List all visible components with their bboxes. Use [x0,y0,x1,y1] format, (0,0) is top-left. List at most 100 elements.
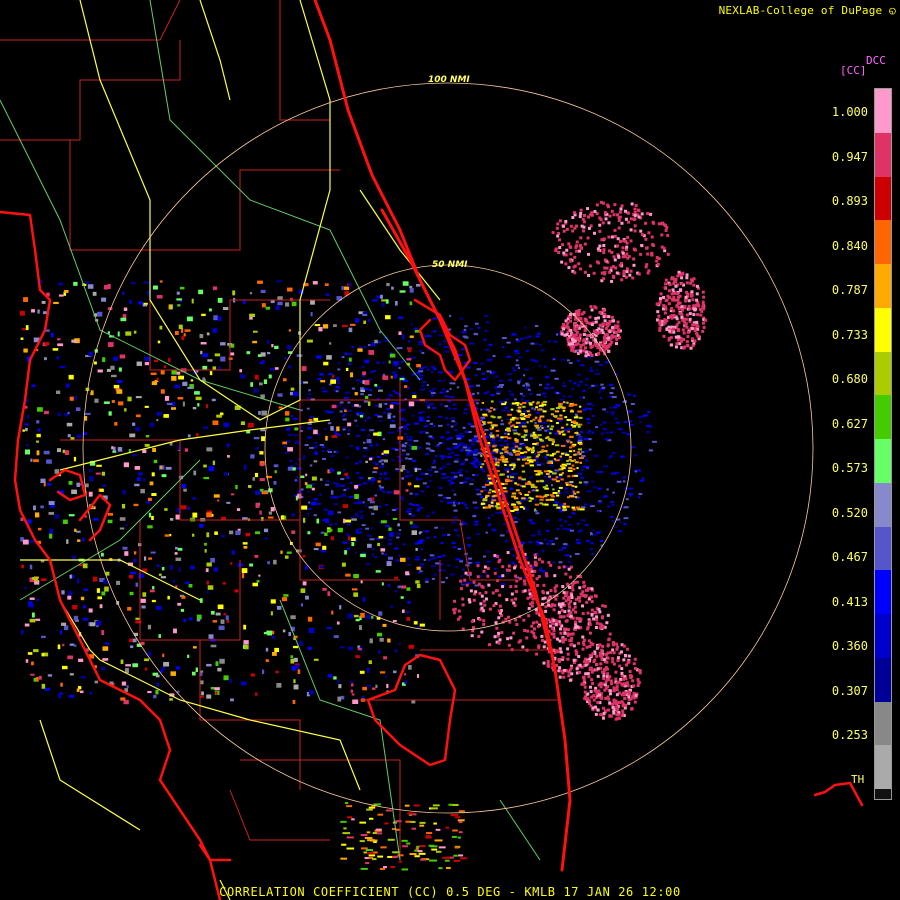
radar-return-pixel [562,382,566,385]
radar-return-pixel [475,488,480,491]
radar-return-pixel [630,202,634,206]
credit-label: NEXLAB-College of DuPage [718,4,883,17]
radar-return-pixel [460,502,466,505]
radar-return-pixel [268,374,272,379]
radar-return-pixel [578,481,582,484]
radar-return-pixel [609,455,613,458]
radar-return-pixel [663,311,667,315]
radar-return-pixel [37,428,41,432]
radar-return-pixel [176,371,181,375]
radar-return-pixel [425,453,429,456]
radar-return-pixel [522,384,526,387]
radar-return-pixel [294,427,299,431]
radar-return-pixel [626,433,630,436]
radar-return-pixel [261,436,266,442]
radar-return-pixel [397,854,404,857]
radar-return-pixel [491,514,494,517]
radar-return-pixel [307,427,312,430]
color-scale-segment [875,307,891,352]
radar-return-pixel [574,495,578,498]
radar-return-pixel [428,390,434,393]
radar-return-pixel [555,226,559,230]
radar-return-pixel [504,406,508,409]
radar-return-pixel [644,265,648,269]
radar-return-pixel [57,644,61,650]
radar-return-pixel [256,580,260,583]
radar-return-pixel [575,249,579,253]
radar-return-pixel [355,462,359,465]
radar-return-pixel [695,324,699,328]
radar-return-pixel [191,298,194,304]
radar-return-pixel [476,402,479,405]
radar-return-pixel [308,501,311,504]
radar-return-pixel [556,528,560,531]
radar-return-pixel [544,609,548,613]
radar-return-pixel [520,418,526,421]
radar-return-pixel [420,563,425,566]
radar-return-pixel [335,451,339,454]
radar-return-pixel [307,507,312,510]
radar-return-pixel [258,411,261,415]
radar-return-pixel [633,700,637,704]
radar-return-pixel [466,404,469,407]
radar-return-pixel [519,403,523,406]
radar-return-pixel [226,443,230,448]
radar-return-pixel [573,492,577,495]
radar-return-pixel [432,425,436,428]
radar-return-pixel [277,301,283,306]
radar-return-pixel [588,264,592,268]
radar-return-pixel [582,396,585,399]
radar-return-pixel [674,335,678,339]
radar-return-pixel [610,340,614,344]
radar-return-pixel [557,476,561,479]
radar-return-pixel [556,422,559,425]
radar-return-pixel [82,605,86,609]
radar-return-pixel [365,862,370,865]
radar-return-pixel [413,439,419,442]
radar-return-pixel [335,482,340,488]
radar-return-pixel [386,683,389,689]
radar-return-pixel [300,488,304,491]
radar-return-pixel [574,224,578,228]
radar-return-pixel [634,454,637,457]
radar-return-pixel [24,449,31,455]
radar-return-pixel [462,568,465,571]
radar-return-pixel [664,278,668,282]
radar-return-pixel [446,390,449,393]
radar-return-pixel [378,460,383,463]
radar-return-pixel [551,443,554,446]
radar-return-pixel [429,422,434,425]
radar-return-pixel [537,495,542,498]
radar-return-pixel [62,643,65,647]
radar-return-pixel [556,234,560,238]
radar-return-pixel [488,410,491,413]
radar-return-pixel [580,506,586,509]
radar-return-pixel [678,312,682,316]
radar-return-pixel [342,418,347,421]
radar-return-pixel [461,603,465,607]
radar-return-pixel [392,390,396,393]
radar-return-pixel [401,609,405,613]
radar-return-pixel [484,329,488,332]
radar-return-pixel [343,518,346,524]
radar-return-pixel [314,445,318,449]
radar-return-pixel [586,333,590,337]
radar-return-pixel [368,350,375,355]
color-scale-tick: 0.520 [831,505,868,520]
radar-return-pixel [423,558,427,561]
radar-return-pixel [578,333,582,337]
radar-return-pixel [579,430,584,433]
radar-return-pixel [379,488,383,491]
radar-return-pixel [612,698,616,702]
radar-return-pixel [504,617,508,621]
radar-return-pixel [350,683,354,687]
radar-return-pixel [192,407,197,410]
radar-return-pixel [633,248,637,252]
radar-return-pixel [375,570,381,573]
radar-return-pixel [515,364,520,367]
radar-return-pixel [416,508,421,511]
radar-return-pixel [544,455,548,458]
color-scale-segment [875,570,891,614]
radar-return-pixel [345,367,349,371]
radar-return-pixel [394,364,398,367]
